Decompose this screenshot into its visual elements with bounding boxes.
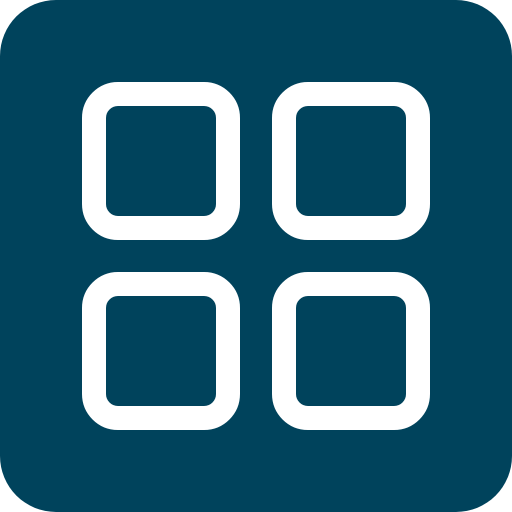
- grid-menu-icon: [0, 0, 512, 512]
- app-icon[interactable]: [0, 0, 512, 512]
- icon-background: [0, 0, 512, 512]
